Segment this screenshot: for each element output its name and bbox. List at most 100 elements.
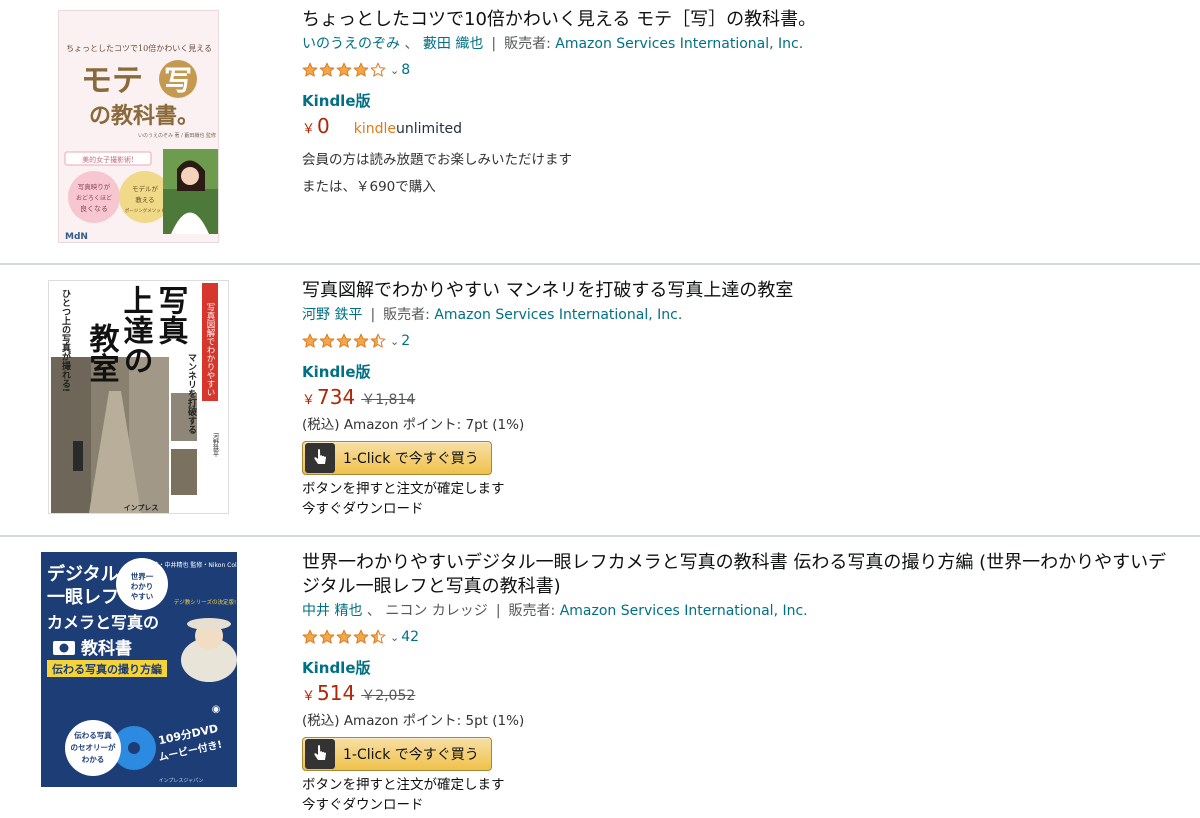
author-link[interactable]: 河野 鉄平 [302, 307, 362, 323]
oneclick-label: 1-Click で今すぐ買う [343, 747, 479, 763]
cover-tag: 美的女子撮影術! [82, 155, 134, 164]
result-info: 世界一わかりやすいデジタル一眼レフカメラと写真の教科書 伝わる写真の撮り方編 (… [302, 551, 1182, 815]
price-value[interactable]: 514 [317, 681, 355, 705]
star-rating[interactable] [302, 62, 386, 78]
svg-text:◉: ◉ [212, 704, 221, 715]
star-icon [319, 333, 335, 348]
result-info: 写真図解でわかりやすい マンネリを打破する写真上達の教室 河野 鉄平 | 販売者: … [302, 279, 1182, 519]
cover-line4: 教科書 [80, 638, 132, 659]
star-icon [353, 629, 369, 644]
svg-text:のセオリーが: のセオリーが [71, 742, 116, 752]
product-title-link[interactable]: 世界一わかりやすいデジタル一眼レフカメラと写真の教科書 伝わる写真の撮り方編 (… [302, 551, 1177, 599]
cover-publisher: MdN [65, 232, 88, 242]
star-icon [319, 629, 335, 644]
seller-link[interactable]: Amazon Services International, Inc. [555, 36, 803, 52]
cover-credit: いのうえのぞみ 著 / 藪田織也 監修 [138, 132, 216, 139]
price-row: ￥ 734 ￥1,814 [302, 385, 1182, 413]
coauthor-name: ニコン カレッジ [385, 603, 488, 619]
points-info: (税込) Amazon ポイント: 5pt (1%) [302, 713, 525, 729]
seller-label: 販売者: [383, 307, 430, 323]
star-icon [302, 333, 318, 348]
svg-text:わかる: わかる [82, 755, 105, 764]
cover-side-sub: マンネリを打破する [186, 353, 197, 434]
confirm-notice: ボタンを押すと注文が確定します [302, 777, 505, 793]
chevron-down-icon[interactable]: ⌄ [390, 631, 399, 644]
svg-text:伝わる写真: 伝わる写真 [74, 730, 112, 740]
rating-count-link[interactable]: 8 [401, 62, 410, 78]
author-link[interactable]: 中井 精也 [302, 603, 362, 619]
price-value[interactable]: 734 [317, 385, 355, 409]
byline: 中井 精也 、 ニコン カレッジ | 販売者: Amazon Services In… [302, 601, 1182, 621]
seller-link[interactable]: Amazon Services International, Inc. [434, 307, 682, 323]
star-icon [336, 333, 352, 348]
download-notice: 今すぐダウンロード [302, 797, 424, 813]
rating-count-link[interactable]: 2 [401, 333, 410, 349]
byline-divider: | [370, 307, 376, 323]
cover-side-tag: 写真図解でわかりやすい [205, 303, 215, 397]
format-link[interactable]: Kindle版 [302, 658, 1182, 678]
svg-text:良くなる: 良くなる [80, 204, 108, 213]
seller-link[interactable]: Amazon Services International, Inc. [560, 603, 808, 619]
author-link[interactable]: 藪田 織也 [423, 36, 483, 52]
oneclick-button[interactable]: 1-Click で今すぐ買う [302, 737, 492, 771]
result-info: ちょっとしたコツで10倍かわいく見える モテ［写］の教科書。 いのうえのぞみ 、… [302, 8, 1182, 197]
star-rating[interactable] [302, 629, 386, 645]
svg-text:教える: 教える [135, 195, 154, 204]
cover-art: デジタル 一眼レフ カメラと写真の 教科書 伝わる写真の撮り方編 世界一 わかり… [41, 552, 237, 787]
rating-row[interactable]: ⌄ 2 [302, 330, 1182, 352]
author-separator: 、 [362, 603, 386, 619]
cover-line1: デジタル [47, 563, 119, 585]
star-icon [319, 62, 335, 77]
cover-big-title: モテ [81, 63, 143, 99]
cover-left-text: ひとつ上の写真が撮れる! [60, 289, 71, 392]
star-icon [370, 333, 386, 348]
byline-divider: | [491, 36, 497, 52]
format-link[interactable]: Kindle版 [302, 362, 1182, 382]
byline-divider: | [495, 603, 501, 619]
svg-text:モデルが: モデルが [132, 184, 159, 193]
book-cover-2[interactable]: 写真図解でわかりやすい マンネリを打破する 写真 上達の 教室 ひとつ上の写真が… [48, 280, 229, 514]
product-title-link[interactable]: ちょっとしたコツで10倍かわいく見える モテ［写］の教科書。 [302, 8, 1182, 32]
price-row: ￥ 0 kindleunlimited [302, 114, 1182, 142]
cover-author: 河野鉄平 [212, 432, 219, 458]
ku-description: 会員の方は読み放題でお楽しみいただけます [302, 152, 572, 168]
buy-alternative[interactable]: または、￥690で購入 [302, 177, 1182, 197]
chevron-down-icon[interactable]: ⌄ [390, 335, 399, 348]
cover-title-b: 上達の [118, 285, 154, 375]
book-cover-1[interactable]: ちょっとしたコツで10倍かわいく見える モテ 写 の教科書。 いのうえのぞみ 著… [58, 10, 219, 243]
book-cover-3[interactable]: デジタル 一眼レフ カメラと写真の 教科書 伝わる写真の撮り方編 世界一 わかり… [41, 552, 237, 787]
ku-logo-kindle: kindle [353, 121, 397, 137]
search-result: ちょっとしたコツで10倍かわいく見える モテ 写 の教科書。 いのうえのぞみ 著… [0, 0, 1200, 262]
star-icon [302, 62, 318, 77]
format-link[interactable]: Kindle版 [302, 91, 1182, 111]
oneclick-button[interactable]: 1-Click で今すぐ買う [302, 441, 492, 475]
svg-text:やすい: やすい [131, 591, 154, 601]
seller-label: 販売者: [508, 603, 556, 619]
cover-art: ちょっとしたコツで10倍かわいく見える モテ 写 の教科書。 いのうえのぞみ 著… [59, 11, 218, 242]
rating-row[interactable]: ⌄ 8 [302, 59, 1182, 81]
byline: いのうえのぞみ 、 藪田 織也 | 販売者: Amazon Services Int… [302, 34, 1182, 54]
list-price: ￥1,814 [361, 392, 416, 408]
price-row: ￥ 514 ￥2,052 [302, 681, 1182, 709]
tap-finger-icon [305, 739, 335, 769]
chevron-down-icon[interactable]: ⌄ [390, 64, 399, 77]
cover-title-a: 写真 [153, 285, 189, 345]
star-rating[interactable] [302, 333, 386, 349]
search-result: 写真図解でわかりやすい マンネリを打破する 写真 上達の 教室 ひとつ上の写真が… [0, 265, 1200, 535]
star-icon [370, 629, 386, 644]
svg-text:ポージングメソッド: ポージングメソッド [125, 207, 165, 214]
price-value[interactable]: 0 [317, 114, 330, 138]
star-icon [336, 62, 352, 77]
cover-line3: カメラと写真の [47, 613, 159, 632]
svg-text:おどろくほど: おどろくほど [76, 194, 112, 202]
rating-count-link[interactable]: 42 [401, 629, 419, 645]
cover-title-c: 教室 [84, 323, 120, 383]
currency-symbol: ￥ [302, 689, 316, 704]
rating-row[interactable]: ⌄ 42 [302, 626, 1182, 648]
seller-label: 販売者: [504, 36, 551, 52]
author-link[interactable]: いのうえのぞみ [302, 36, 400, 52]
points-info: (税込) Amazon ポイント: 7pt (1%) [302, 417, 525, 433]
star-icon [353, 333, 369, 348]
author-separator: 、 [400, 36, 423, 52]
product-title-link[interactable]: 写真図解でわかりやすい マンネリを打破する写真上達の教室 [302, 279, 1182, 303]
